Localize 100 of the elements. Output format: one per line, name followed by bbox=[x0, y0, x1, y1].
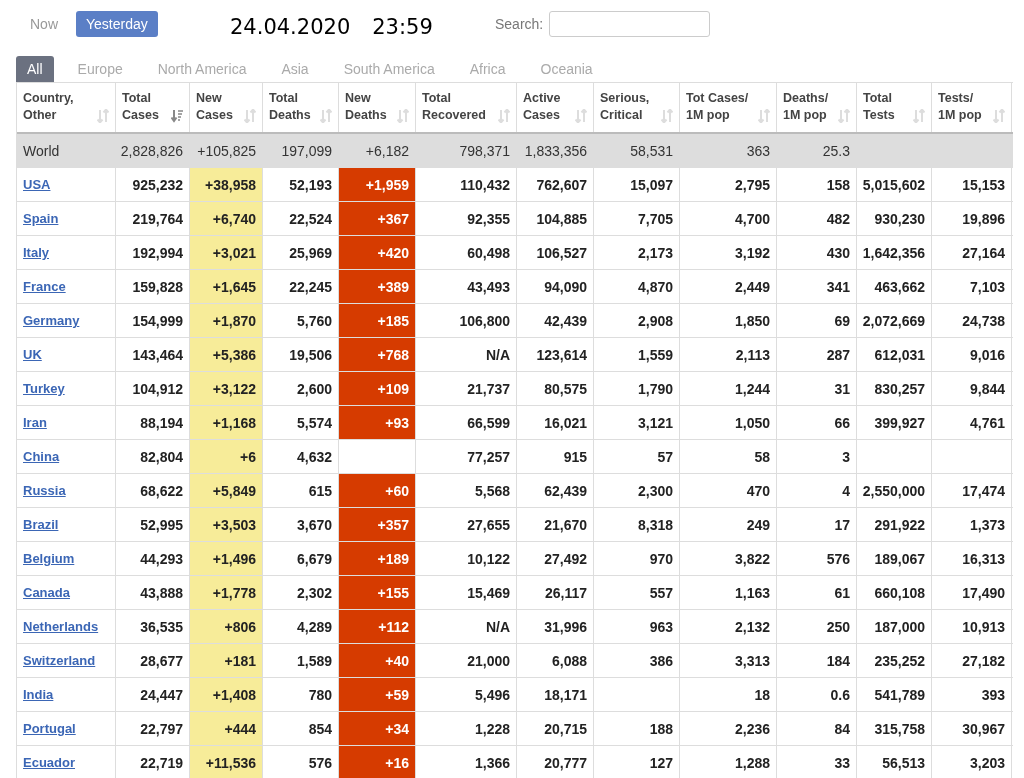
table-cell: 5,574 bbox=[296, 414, 332, 431]
table-cell: 1,642,356 bbox=[862, 244, 925, 261]
column-header[interactable]: New Deaths bbox=[339, 83, 416, 132]
sort-icon[interactable] bbox=[244, 109, 256, 123]
search-field[interactable] bbox=[549, 11, 711, 37]
table-cell: 2,300 bbox=[637, 482, 673, 499]
table-cell: 399,927 bbox=[874, 414, 925, 431]
table-cell: 82,804 bbox=[140, 448, 183, 465]
column-header-label: New Cases bbox=[196, 90, 234, 124]
table-cell: 2,173 bbox=[637, 244, 673, 261]
column-header[interactable]: Total Deaths bbox=[263, 83, 339, 132]
country-link[interactable]: Germany bbox=[23, 313, 80, 328]
table-cell: 2,828,826 bbox=[120, 142, 183, 159]
country-link[interactable]: France bbox=[23, 279, 66, 294]
table-cell: 2,113 bbox=[735, 346, 770, 363]
column-header[interactable]: Country, Other bbox=[17, 83, 116, 132]
day-toggle-button[interactable]: Yesterday bbox=[76, 11, 158, 37]
table-cell: 1,373 bbox=[969, 516, 1005, 533]
table-cell: 762,607 bbox=[536, 176, 587, 193]
new-cases-cell: +5,849 bbox=[190, 474, 263, 507]
sort-icon[interactable] bbox=[320, 109, 332, 123]
column-header[interactable]: Total Recovered bbox=[416, 83, 517, 132]
table-cell: 106,800 bbox=[459, 312, 510, 329]
table-cell: 184 bbox=[826, 652, 850, 669]
table-cell: 16,313 bbox=[962, 550, 1005, 567]
sort-icon[interactable] bbox=[397, 109, 409, 123]
day-toggle-button[interactable]: Now bbox=[20, 11, 68, 37]
table-cell: 363 bbox=[746, 142, 770, 159]
country-link[interactable]: China bbox=[23, 449, 60, 464]
column-header[interactable]: New Cases bbox=[190, 83, 263, 132]
sort-icon[interactable] bbox=[758, 109, 770, 123]
country-link[interactable]: Switzerland bbox=[23, 653, 96, 668]
country-link[interactable]: Ecuador bbox=[23, 755, 75, 770]
table-cell: 16,021 bbox=[544, 414, 587, 431]
sort-icon[interactable] bbox=[97, 109, 109, 123]
table-cell: 482 bbox=[826, 210, 850, 227]
column-header[interactable]: Deaths/ 1M pop bbox=[777, 83, 857, 132]
sort-icon[interactable] bbox=[498, 109, 510, 123]
table-cell: 1,589 bbox=[296, 652, 332, 669]
table-cell: 3 bbox=[842, 448, 850, 465]
table-cell: 386 bbox=[649, 652, 673, 669]
sort-icon[interactable] bbox=[661, 109, 673, 123]
country-link[interactable]: Brazil bbox=[23, 517, 59, 532]
country-link[interactable]: USA bbox=[23, 177, 51, 192]
country-link[interactable]: Portugal bbox=[23, 721, 76, 736]
country-link[interactable]: Russia bbox=[23, 483, 66, 498]
table-cell: 660,108 bbox=[874, 584, 925, 601]
table-cell: 21,000 bbox=[467, 652, 510, 669]
column-header[interactable]: Total Cases bbox=[116, 83, 190, 132]
table-cell: 189,067 bbox=[874, 550, 925, 567]
sort-icon[interactable] bbox=[913, 109, 925, 123]
table-cell: 30,967 bbox=[962, 720, 1005, 737]
table-cell: 10,122 bbox=[467, 550, 510, 567]
table-cell: 3,203 bbox=[969, 754, 1005, 771]
new-deaths-cell: +59 bbox=[339, 678, 416, 711]
table-cell: 62,439 bbox=[544, 482, 587, 499]
sort-descending-icon[interactable] bbox=[171, 109, 183, 123]
country-link[interactable]: Italy bbox=[23, 245, 49, 260]
table-cell: 9,844 bbox=[969, 380, 1005, 397]
country-link[interactable]: India bbox=[23, 687, 54, 702]
table-cell: 25,969 bbox=[289, 244, 332, 261]
country-link[interactable]: Spain bbox=[23, 211, 59, 226]
table-cell: 22,245 bbox=[289, 278, 332, 295]
table-cell: 8,318 bbox=[637, 516, 673, 533]
table-cell: 5,015,602 bbox=[862, 176, 925, 193]
column-header[interactable]: Total Tests bbox=[857, 83, 932, 132]
table-cell: 9,016 bbox=[969, 346, 1005, 363]
table-cell: 315,758 bbox=[874, 720, 925, 737]
column-header[interactable]: Active Cases bbox=[517, 83, 594, 132]
table-cell: 57 bbox=[657, 448, 673, 465]
table-cell: 56,513 bbox=[882, 754, 925, 771]
column-header[interactable]: Tot Cases/ 1M pop bbox=[680, 83, 777, 132]
table-cell: 43,493 bbox=[467, 278, 510, 295]
table-cell: 341 bbox=[826, 278, 850, 295]
table-cell: 576 bbox=[826, 550, 850, 567]
table-cell: 798,371 bbox=[459, 142, 510, 159]
new-cases-cell: +1,778 bbox=[190, 576, 263, 609]
region-tab[interactable]: All bbox=[16, 56, 54, 82]
country-link[interactable]: Iran bbox=[23, 415, 47, 430]
table-cell: 5,760 bbox=[296, 312, 332, 329]
sort-icon[interactable] bbox=[575, 109, 587, 123]
new-cases-cell: +3,503 bbox=[190, 508, 263, 541]
table-cell: 2,236 bbox=[734, 720, 770, 737]
country-link[interactable]: Turkey bbox=[23, 381, 65, 396]
country-link[interactable]: Canada bbox=[23, 585, 70, 600]
table-cell: 2,132 bbox=[734, 618, 770, 635]
column-header[interactable]: Serious, Critical bbox=[594, 83, 680, 132]
table-cell: 2,072,669 bbox=[862, 312, 925, 329]
new-deaths-cell: +34 bbox=[339, 712, 416, 745]
country-link[interactable]: Belgium bbox=[23, 551, 75, 566]
table-cell: 4,761 bbox=[969, 414, 1005, 431]
column-header[interactable]: Tests/ 1M pop bbox=[932, 83, 1012, 132]
country-link[interactable]: UK bbox=[23, 347, 42, 362]
sort-icon[interactable] bbox=[838, 109, 850, 123]
table-cell: 612,031 bbox=[874, 346, 925, 363]
table-cell: N/A bbox=[485, 346, 510, 363]
new-cases-cell: +5,386 bbox=[190, 338, 263, 371]
sort-icon[interactable] bbox=[993, 109, 1005, 123]
country-link[interactable]: Netherlands bbox=[23, 619, 99, 634]
table-cell: 1,850 bbox=[734, 312, 770, 329]
